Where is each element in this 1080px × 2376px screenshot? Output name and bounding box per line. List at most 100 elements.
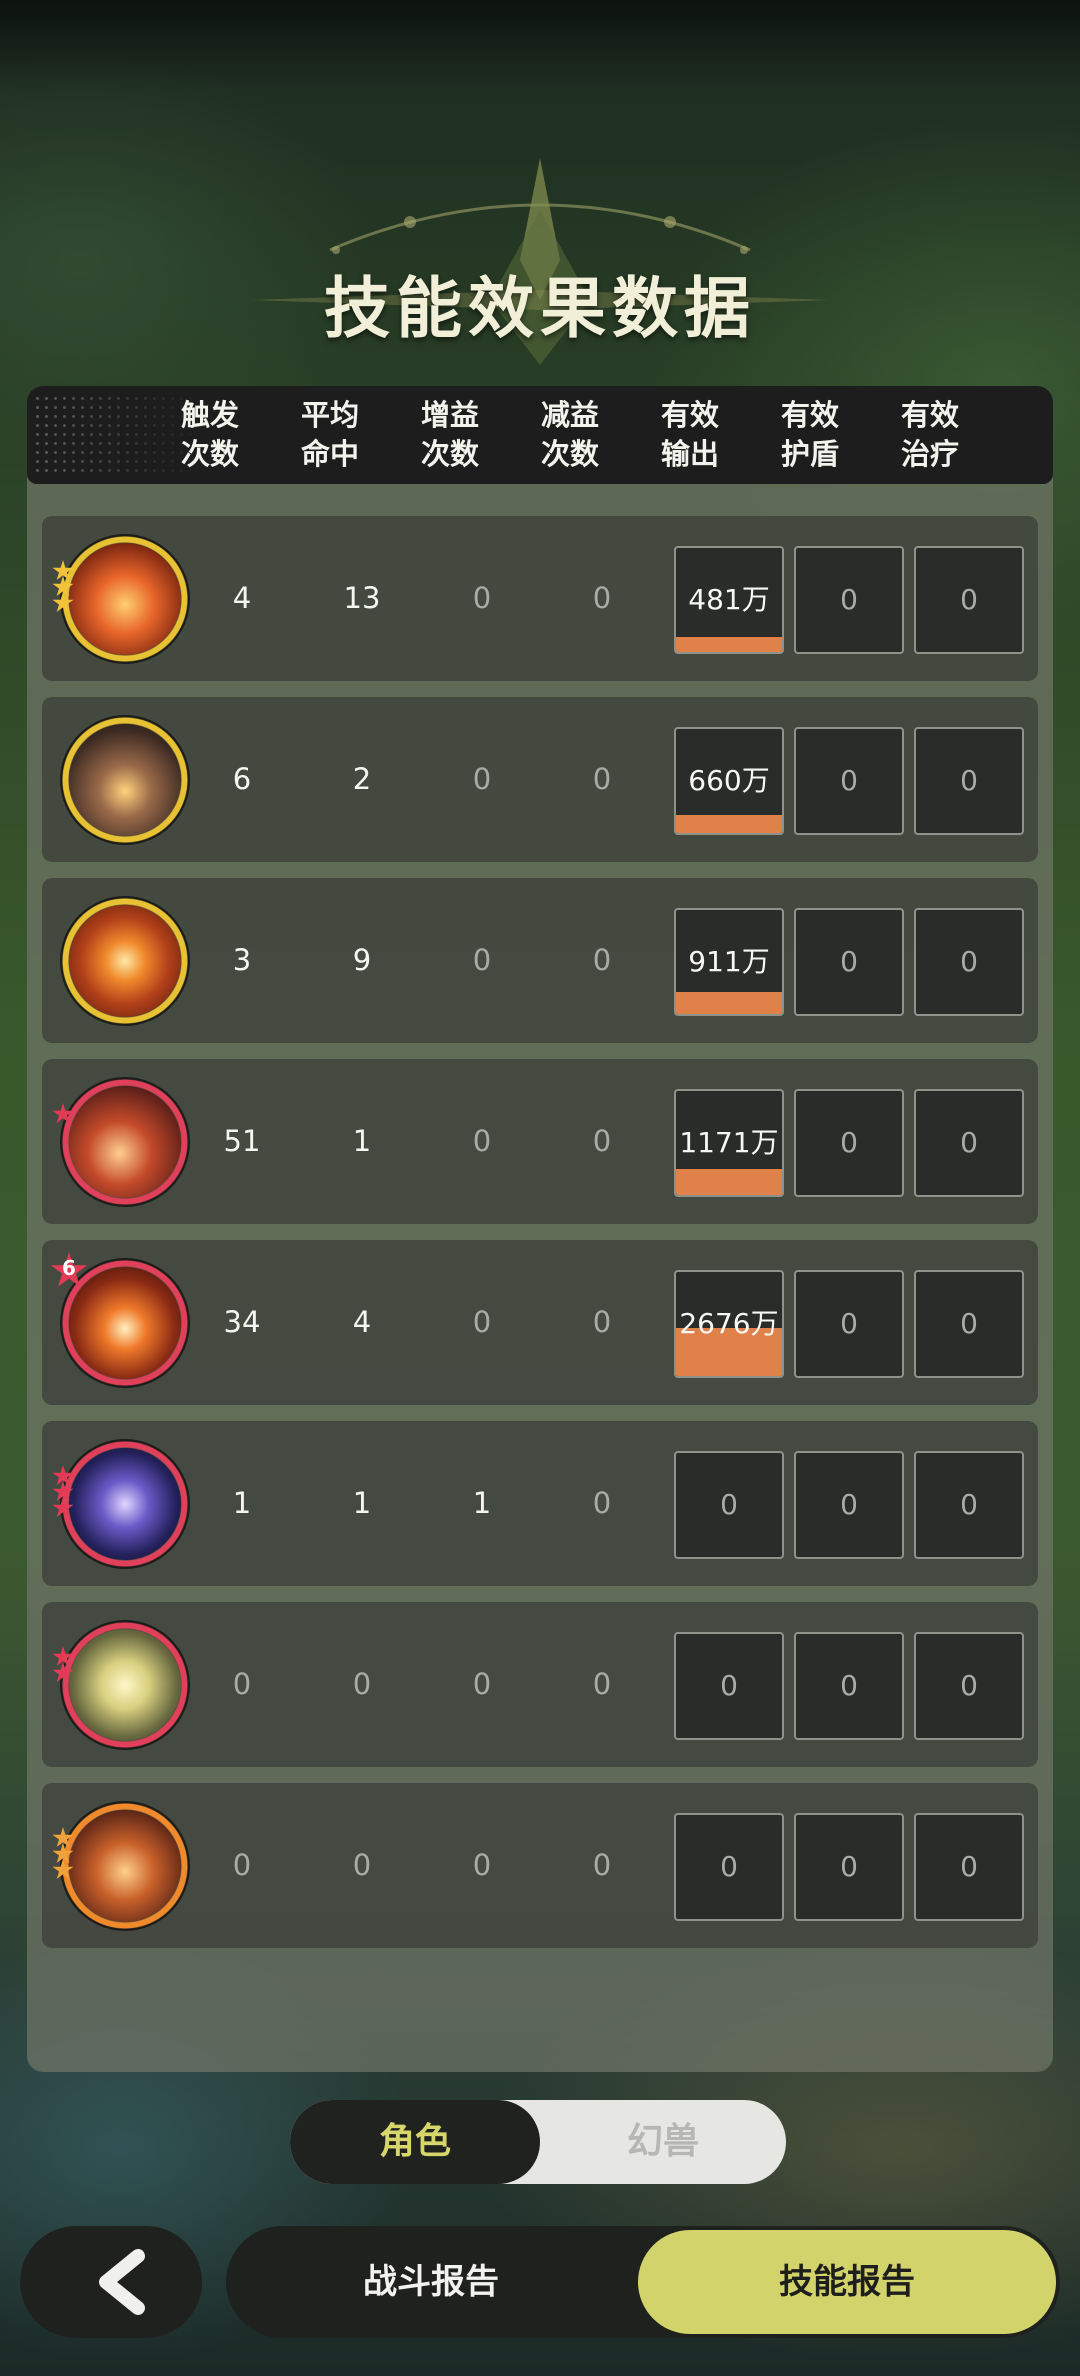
effective-shield-value: 0 (840, 1126, 858, 1159)
star-rating (52, 560, 76, 613)
icon-art (69, 1810, 181, 1922)
avg-hit-value: 1 (352, 1124, 372, 1158)
debuff-count-value: 0 (592, 1848, 612, 1882)
trigger-count-value: 0 (232, 1667, 252, 1701)
col-debuff-count: 减益 次数 (540, 398, 599, 471)
effective-heal-value: 0 (960, 945, 978, 978)
table-header: 触发 次数 平均 命中 增益 次数 减益 次数 有效 输出 有效 护盾 有效 治… (27, 386, 1053, 484)
effective-output-value: 911万 (688, 945, 770, 978)
icon-art (69, 905, 181, 1017)
tab-battle-report[interactable]: 战斗报告 (226, 2226, 636, 2338)
trigger-count-value: 0 (232, 1848, 252, 1882)
rising-arrow-skill-icon[interactable] (52, 1620, 190, 1750)
trigger-count-value: 51 (223, 1124, 261, 1158)
chevron-left-icon (99, 2249, 145, 2315)
buff-count-value: 0 (472, 581, 492, 615)
skill-row: 6 34 4 0 0 2676万 0 0 (42, 1240, 1038, 1405)
debuff-count-value: 0 (592, 1667, 612, 1701)
avg-hit-value: 2 (352, 762, 372, 796)
trigger-count-value: 34 (223, 1305, 261, 1339)
toggle-character[interactable]: 角色 (290, 2100, 540, 2184)
lightning-orb-skill-icon[interactable] (52, 1439, 190, 1569)
star-rating (52, 1827, 76, 1880)
effective-heal-value: 0 (960, 1488, 978, 1521)
skill-row: 0 0 0 0 0 0 0 (42, 1783, 1038, 1948)
rock-golem-skill-icon[interactable] (60, 715, 190, 845)
trigger-count-value: 1 (232, 1486, 252, 1520)
effective-output-box: 911万 (674, 908, 784, 1016)
debuff-count-value: 0 (592, 1124, 612, 1158)
effective-shield-box: 0 (794, 727, 904, 835)
skill-row: 51 1 0 0 1171万 0 0 (42, 1059, 1038, 1224)
buff-count-value: 0 (472, 1667, 492, 1701)
skill-row: 1 1 1 0 0 0 0 (42, 1421, 1038, 1586)
effective-output-value: 2676万 (679, 1307, 779, 1340)
icon-art (69, 724, 181, 836)
effective-shield-box: 0 (794, 908, 904, 1016)
effective-output-box: 481万 (674, 546, 784, 654)
effective-shield-value: 0 (840, 1850, 858, 1883)
effective-heal-box: 0 (914, 1270, 1024, 1378)
col-effective-output: 有效 输出 (660, 398, 719, 471)
effective-shield-value: 0 (840, 1488, 858, 1521)
top-shadow (0, 0, 1080, 90)
report-tabs: 战斗报告 技能报告 (226, 2226, 1060, 2338)
avg-hit-value: 13 (343, 581, 381, 615)
effective-heal-box: 0 (914, 1089, 1024, 1197)
effective-output-box: 2676万 (674, 1270, 784, 1378)
avg-hit-value: 9 (352, 943, 372, 977)
effective-heal-box: 0 (914, 1632, 1024, 1740)
debuff-count-value: 0 (592, 1486, 612, 1520)
icon-art (69, 543, 181, 655)
effective-output-box: 0 (674, 1813, 784, 1921)
star-rating (52, 1465, 76, 1518)
effective-output-box: 0 (674, 1632, 784, 1740)
effective-heal-value: 0 (960, 1669, 978, 1702)
effective-shield-value: 0 (840, 764, 858, 797)
tab-skill-report[interactable]: 技能报告 (638, 2230, 1056, 2334)
burning-beast-skill-icon[interactable] (52, 1801, 190, 1931)
debuff-count-value: 0 (592, 581, 612, 615)
fire-slash-skill-icon[interactable] (52, 534, 190, 664)
skill-row: 3 9 0 0 911万 0 0 (42, 878, 1038, 1043)
effective-shield-box: 0 (794, 546, 904, 654)
avg-hit-value: 0 (352, 1667, 372, 1701)
skill-row: 4 13 0 0 481万 0 0 (42, 516, 1038, 681)
effective-shield-value: 0 (840, 583, 858, 616)
buff-count-value: 0 (472, 1848, 492, 1882)
icon-art (69, 1086, 181, 1198)
effective-output-box: 660万 (674, 727, 784, 835)
col-effective-heal: 有效 治疗 (900, 398, 959, 471)
trigger-count-value: 3 (232, 943, 252, 977)
effective-heal-box: 0 (914, 1813, 1024, 1921)
fire-vortex-skill-icon[interactable] (60, 896, 190, 1026)
trigger-count-value: 4 (232, 581, 252, 615)
buff-count-value: 0 (472, 1124, 492, 1158)
effective-output-value: 660万 (688, 764, 770, 797)
star-level-number: 6 (62, 1256, 76, 1280)
effective-shield-box: 0 (794, 1632, 904, 1740)
effective-output-value: 1171万 (679, 1126, 779, 1159)
col-avg-hit: 平均 命中 (300, 398, 359, 471)
back-button[interactable] (20, 2226, 202, 2338)
effective-shield-box: 0 (794, 1270, 904, 1378)
buff-count-value: 0 (472, 943, 492, 977)
effective-heal-box: 0 (914, 1451, 1024, 1559)
debuff-count-value: 0 (592, 943, 612, 977)
effective-output-value: 0 (720, 1488, 738, 1521)
skill-row: 6 2 0 0 660万 0 0 (42, 697, 1038, 862)
fire-orb-skill-icon[interactable]: 6 (50, 1252, 190, 1388)
effective-output-value: 481万 (688, 583, 770, 616)
effective-shield-box: 0 (794, 1089, 904, 1197)
effective-heal-box: 0 (914, 727, 1024, 835)
star-rating (52, 1646, 76, 1683)
effective-heal-value: 0 (960, 1126, 978, 1159)
buff-count-value: 0 (472, 1305, 492, 1339)
debuff-count-value: 0 (592, 1305, 612, 1339)
avg-hit-value: 4 (352, 1305, 372, 1339)
meteor-skill-icon[interactable] (52, 1077, 190, 1207)
effective-shield-value: 0 (840, 945, 858, 978)
effective-output-value: 0 (720, 1669, 738, 1702)
toggle-phantom-beast[interactable]: 幻兽 (540, 2100, 786, 2184)
star-rating (52, 1103, 76, 1124)
